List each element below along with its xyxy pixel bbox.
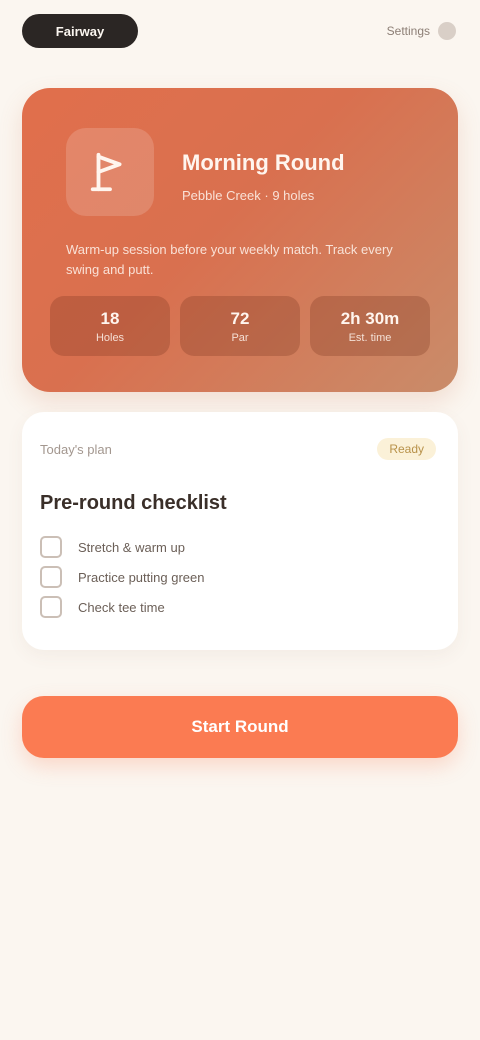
stat-time: 2h 30m Est. time bbox=[310, 296, 430, 356]
hero-stats: 18 Holes 72 Par 2h 30m Est. time bbox=[50, 296, 430, 356]
settings-label: Settings bbox=[386, 24, 430, 38]
stat-label: Par bbox=[231, 331, 249, 344]
stat-value: 72 bbox=[230, 308, 250, 328]
golf-flag-icon bbox=[66, 128, 154, 216]
checklist-item-label: Check tee time bbox=[78, 599, 165, 615]
stat-par: 72 Par bbox=[180, 296, 300, 356]
brand-pill[interactable]: Fairway bbox=[22, 14, 138, 48]
start-round-button[interactable]: Start Round bbox=[22, 696, 458, 758]
checkbox-icon[interactable] bbox=[40, 536, 62, 558]
stat-value: 2h 30m bbox=[340, 308, 400, 328]
checklist-item[interactable]: Stretch & warm up bbox=[40, 532, 204, 562]
stat-value: 18 bbox=[100, 308, 120, 328]
checklist-item-label: Practice putting green bbox=[78, 569, 205, 585]
card-title: Pre-round checklist bbox=[40, 492, 227, 514]
checklist-item[interactable]: Check tee time bbox=[40, 592, 204, 622]
checklist: Stretch & warm up Practice putting green… bbox=[40, 532, 204, 622]
gear-icon bbox=[438, 22, 456, 40]
checklist-item-label: Stretch & warm up bbox=[78, 539, 185, 555]
plan-card: Today's plan Ready Pre-round checklist S… bbox=[22, 412, 458, 650]
stat-label: Est. time bbox=[348, 331, 392, 344]
status-badge: Ready bbox=[377, 438, 436, 460]
hero-title: Morning Round bbox=[182, 150, 345, 175]
card-label: Today's plan bbox=[40, 442, 112, 457]
stat-holes: 18 Holes bbox=[50, 296, 170, 356]
checkbox-icon[interactable] bbox=[40, 566, 62, 588]
top-bar: Fairway Settings bbox=[0, 0, 480, 64]
settings-button[interactable]: Settings bbox=[356, 18, 456, 44]
hero-description: Warm-up session before your weekly match… bbox=[66, 242, 393, 277]
checkbox-icon[interactable] bbox=[40, 596, 62, 618]
checklist-item[interactable]: Practice putting green bbox=[40, 562, 204, 592]
hero-subtitle: Pebble Creek · 9 holes bbox=[182, 188, 315, 203]
stat-label: Holes bbox=[95, 331, 125, 344]
hero-card[interactable]: Morning Round Pebble Creek · 9 holes War… bbox=[22, 88, 458, 392]
